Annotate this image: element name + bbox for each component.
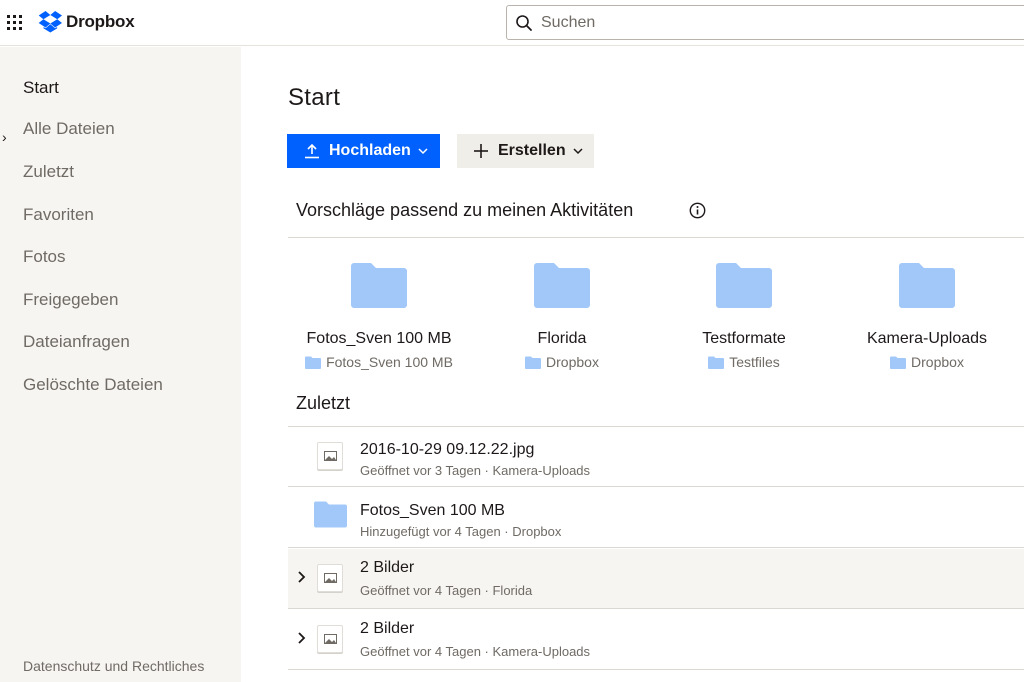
folder-icon	[708, 356, 725, 369]
create-button[interactable]: Erstellen	[457, 134, 594, 168]
folder-icon	[314, 501, 347, 528]
folder-icon	[525, 356, 542, 369]
create-button-label: Erstellen	[498, 142, 566, 159]
page-title: Start	[288, 84, 341, 111]
file-meta: Geöffnet vor 3 Tagen · Kamera-Uploads	[360, 463, 591, 478]
suggestion-location: Testfiles	[654, 354, 834, 370]
sidebar-item-deleted-files[interactable]: Gelöschte Dateien	[23, 375, 163, 395]
sidebar-item-all-files[interactable]: Alle Dateien	[23, 119, 115, 139]
app-grid-icon[interactable]	[7, 15, 22, 30]
image-file-icon	[317, 564, 343, 592]
chevron-right-icon[interactable]	[297, 571, 307, 583]
dropbox-logo[interactable]: Dropbox	[38, 11, 135, 33]
plus-icon	[474, 144, 488, 158]
suggestion-name: Kamera-Uploads	[866, 330, 988, 347]
list-item[interactable]: 2016-10-29 09.12.22.jpg Geöffnet vor 3 T…	[288, 427, 1024, 487]
file-meta: Geöffnet vor 4 Tagen · Kamera-Uploads	[360, 644, 591, 659]
suggestions-title: Vorschläge passend zu meinen Aktivitäten	[296, 200, 634, 220]
chevron-right-icon[interactable]	[297, 632, 307, 644]
suggestion-location-label: Testfiles	[729, 354, 780, 370]
folder-icon	[890, 356, 907, 369]
suggestion-location-label: Fotos_Sven 100 MB	[326, 354, 453, 370]
chevron-down-icon	[573, 148, 583, 155]
chevron-down-icon	[418, 148, 428, 155]
search-input[interactable]	[541, 12, 1001, 34]
sidebar-item-file-requests[interactable]: Dateianfragen	[23, 332, 130, 352]
suggestion-location-label: Dropbox	[546, 354, 599, 370]
file-meta: Geöffnet vor 4 Tagen · Florida	[360, 583, 533, 598]
upload-button-label: Hochladen	[329, 142, 411, 159]
divider	[288, 237, 1024, 238]
recent-title: Zuletzt	[296, 393, 351, 413]
suggestion-name: Florida	[537, 330, 587, 347]
file-name[interactable]: Fotos_Sven 100 MB	[360, 502, 505, 520]
suggestion-location: Fotos_Sven 100 MB	[289, 354, 469, 370]
list-item[interactable]: 2 Bilder Geöffnet vor 4 Tagen · Florida	[288, 549, 1024, 609]
sidebar	[0, 47, 241, 682]
sidebar-item-favorites[interactable]: Favoriten	[23, 205, 94, 225]
suggestion-name: Fotos_Sven 100 MB	[306, 330, 452, 347]
search-box[interactable]	[506, 5, 1024, 40]
suggestion-card[interactable]: Kamera-Uploads Dropbox	[837, 262, 1017, 370]
upload-icon	[305, 143, 319, 159]
sidebar-item-start[interactable]: Start	[23, 78, 59, 98]
dropbox-logo-icon	[38, 11, 62, 33]
file-meta: Hinzugefügt vor 4 Tagen · Dropbox	[360, 524, 562, 539]
brand-name: Dropbox	[66, 12, 135, 31]
folder-icon	[305, 356, 322, 369]
suggestion-card[interactable]: Testformate Testfiles	[654, 262, 834, 370]
privacy-legal-link[interactable]: Datenschutz und Rechtliches	[23, 657, 223, 675]
folder-icon	[351, 263, 407, 308]
suggestion-location: Dropbox	[837, 354, 1017, 370]
folder-icon	[716, 263, 772, 308]
sidebar-item-shared[interactable]: Freigegeben	[23, 290, 118, 310]
folder-icon	[899, 263, 955, 308]
upload-button[interactable]: Hochladen	[287, 134, 440, 168]
suggestion-location-label: Dropbox	[911, 354, 964, 370]
file-name[interactable]: 2 Bilder	[360, 620, 414, 638]
file-name[interactable]: 2 Bilder	[360, 559, 414, 577]
sidebar-item-photos[interactable]: Fotos	[23, 247, 66, 267]
suggestion-name: Testformate	[702, 330, 786, 347]
info-icon[interactable]	[689, 202, 706, 219]
suggestion-card[interactable]: Fotos_Sven 100 MB Fotos_Sven 100 MB	[289, 262, 469, 370]
top-bar: Dropbox	[0, 0, 1024, 46]
image-file-icon	[317, 442, 343, 470]
search-icon	[516, 15, 532, 31]
chevron-right-icon[interactable]: ›	[2, 129, 7, 145]
image-file-icon	[317, 625, 343, 653]
list-item[interactable]: Fotos_Sven 100 MB Hinzugefügt vor 4 Tage…	[288, 488, 1024, 548]
file-name[interactable]: 2016-10-29 09.12.22.jpg	[360, 441, 534, 459]
list-item[interactable]: 2 Bilder Geöffnet vor 4 Tagen · Kamera-U…	[288, 610, 1024, 670]
suggestion-card[interactable]: Florida Dropbox	[472, 262, 652, 370]
sidebar-item-recent[interactable]: Zuletzt	[23, 162, 74, 182]
folder-icon	[534, 263, 590, 308]
suggestion-location: Dropbox	[472, 354, 652, 370]
